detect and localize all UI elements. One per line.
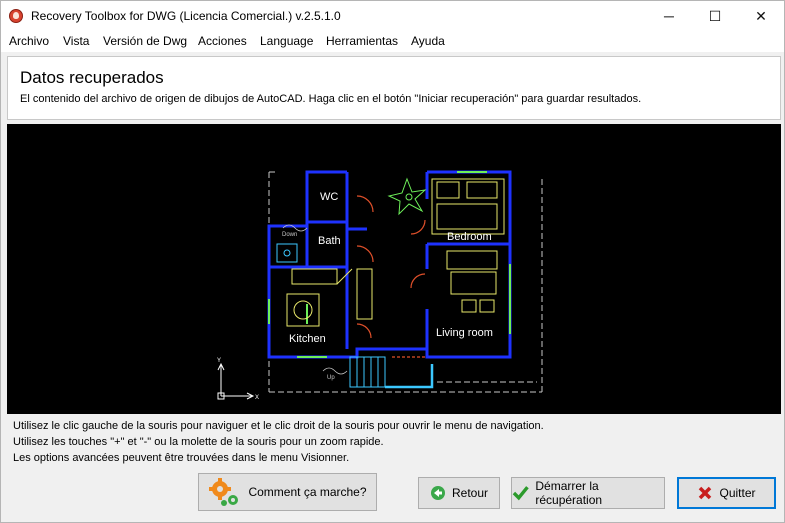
- menu-language[interactable]: Language: [260, 34, 313, 48]
- floor-plan-drawing[interactable]: WC Bath Bedroom Kitchen Living room Down…: [7, 124, 781, 414]
- checkmark-icon: [512, 486, 529, 501]
- how-it-works-button[interactable]: Comment ça marche?: [198, 473, 377, 511]
- drawing-preview[interactable]: WC Bath Bedroom Kitchen Living room Down…: [7, 124, 781, 414]
- close-button[interactable]: ✕: [738, 1, 784, 31]
- close-x-icon: [699, 486, 712, 500]
- hint-options: Les options avancées peuvent être trouvé…: [13, 452, 350, 464]
- menu-acciones[interactable]: Acciones: [198, 34, 247, 48]
- plant-icon: [387, 177, 427, 216]
- room-label-bedroom: Bedroom: [447, 231, 492, 243]
- arrow-left-icon: [430, 486, 445, 500]
- stair-label-down: Down: [282, 232, 297, 238]
- page-subtitle: El contenido del archivo de origen de di…: [20, 93, 642, 105]
- doors: [356, 195, 427, 358]
- back-label: Retour: [451, 486, 489, 500]
- maximize-button[interactable]: ☐: [692, 1, 738, 31]
- ucs-axis-icon: [217, 362, 255, 400]
- room-label-wc: WC: [320, 191, 338, 203]
- room-label-kitchen: Kitchen: [289, 333, 326, 345]
- page-title: Datos recuperados: [20, 68, 164, 87]
- menu-herramientas[interactable]: Herramientas: [326, 34, 398, 48]
- title-bar[interactable]: Recovery Toolbox for DWG (Licencia Comer…: [1, 1, 784, 31]
- app-icon: [9, 9, 23, 23]
- room-label-bath: Bath: [318, 235, 341, 247]
- start-recovery-label: Démarrer la récupération: [535, 479, 603, 507]
- page-header: Datos recuperados El contenido del archi…: [7, 56, 781, 120]
- start-recovery-button[interactable]: Démarrer la récupération: [511, 477, 665, 509]
- application-window: Recovery Toolbox for DWG (Licencia Comer…: [0, 0, 785, 523]
- hint-navigate: Utilisez le clic gauche de la souris pou…: [13, 420, 544, 432]
- window-title: Recovery Toolbox for DWG (Licencia Comer…: [31, 9, 341, 23]
- stair-label-up: Up: [327, 375, 335, 381]
- how-it-works-label: Comment ça marche?: [248, 485, 367, 499]
- axis-label-x: X: [255, 395, 259, 401]
- stairs: [349, 356, 434, 389]
- quit-button[interactable]: Quitter: [677, 477, 776, 509]
- minimize-button[interactable]: ─: [646, 1, 692, 31]
- menu-vista[interactable]: Vista: [63, 34, 89, 48]
- back-button[interactable]: Retour: [418, 477, 500, 509]
- quit-label: Quitter: [719, 486, 756, 500]
- fixtures: [276, 178, 505, 327]
- outline-dashed: [268, 171, 543, 393]
- axis-label-y: Y: [217, 358, 221, 364]
- hint-zoom: Utilisez les touches "+" et "-" ou la mo…: [13, 436, 384, 448]
- menu-archivo[interactable]: Archivo: [9, 34, 49, 48]
- gears-icon: [209, 478, 239, 506]
- menu-bar: Archivo Vista Versión de Dwg Acciones La…: [1, 31, 784, 52]
- usage-hints: Utilisez le clic gauche de la souris pou…: [13, 418, 544, 466]
- menu-ayuda[interactable]: Ayuda: [411, 34, 445, 48]
- room-label-living-room: Living room: [436, 327, 493, 339]
- menu-version-dwg[interactable]: Versión de Dwg: [103, 34, 187, 48]
